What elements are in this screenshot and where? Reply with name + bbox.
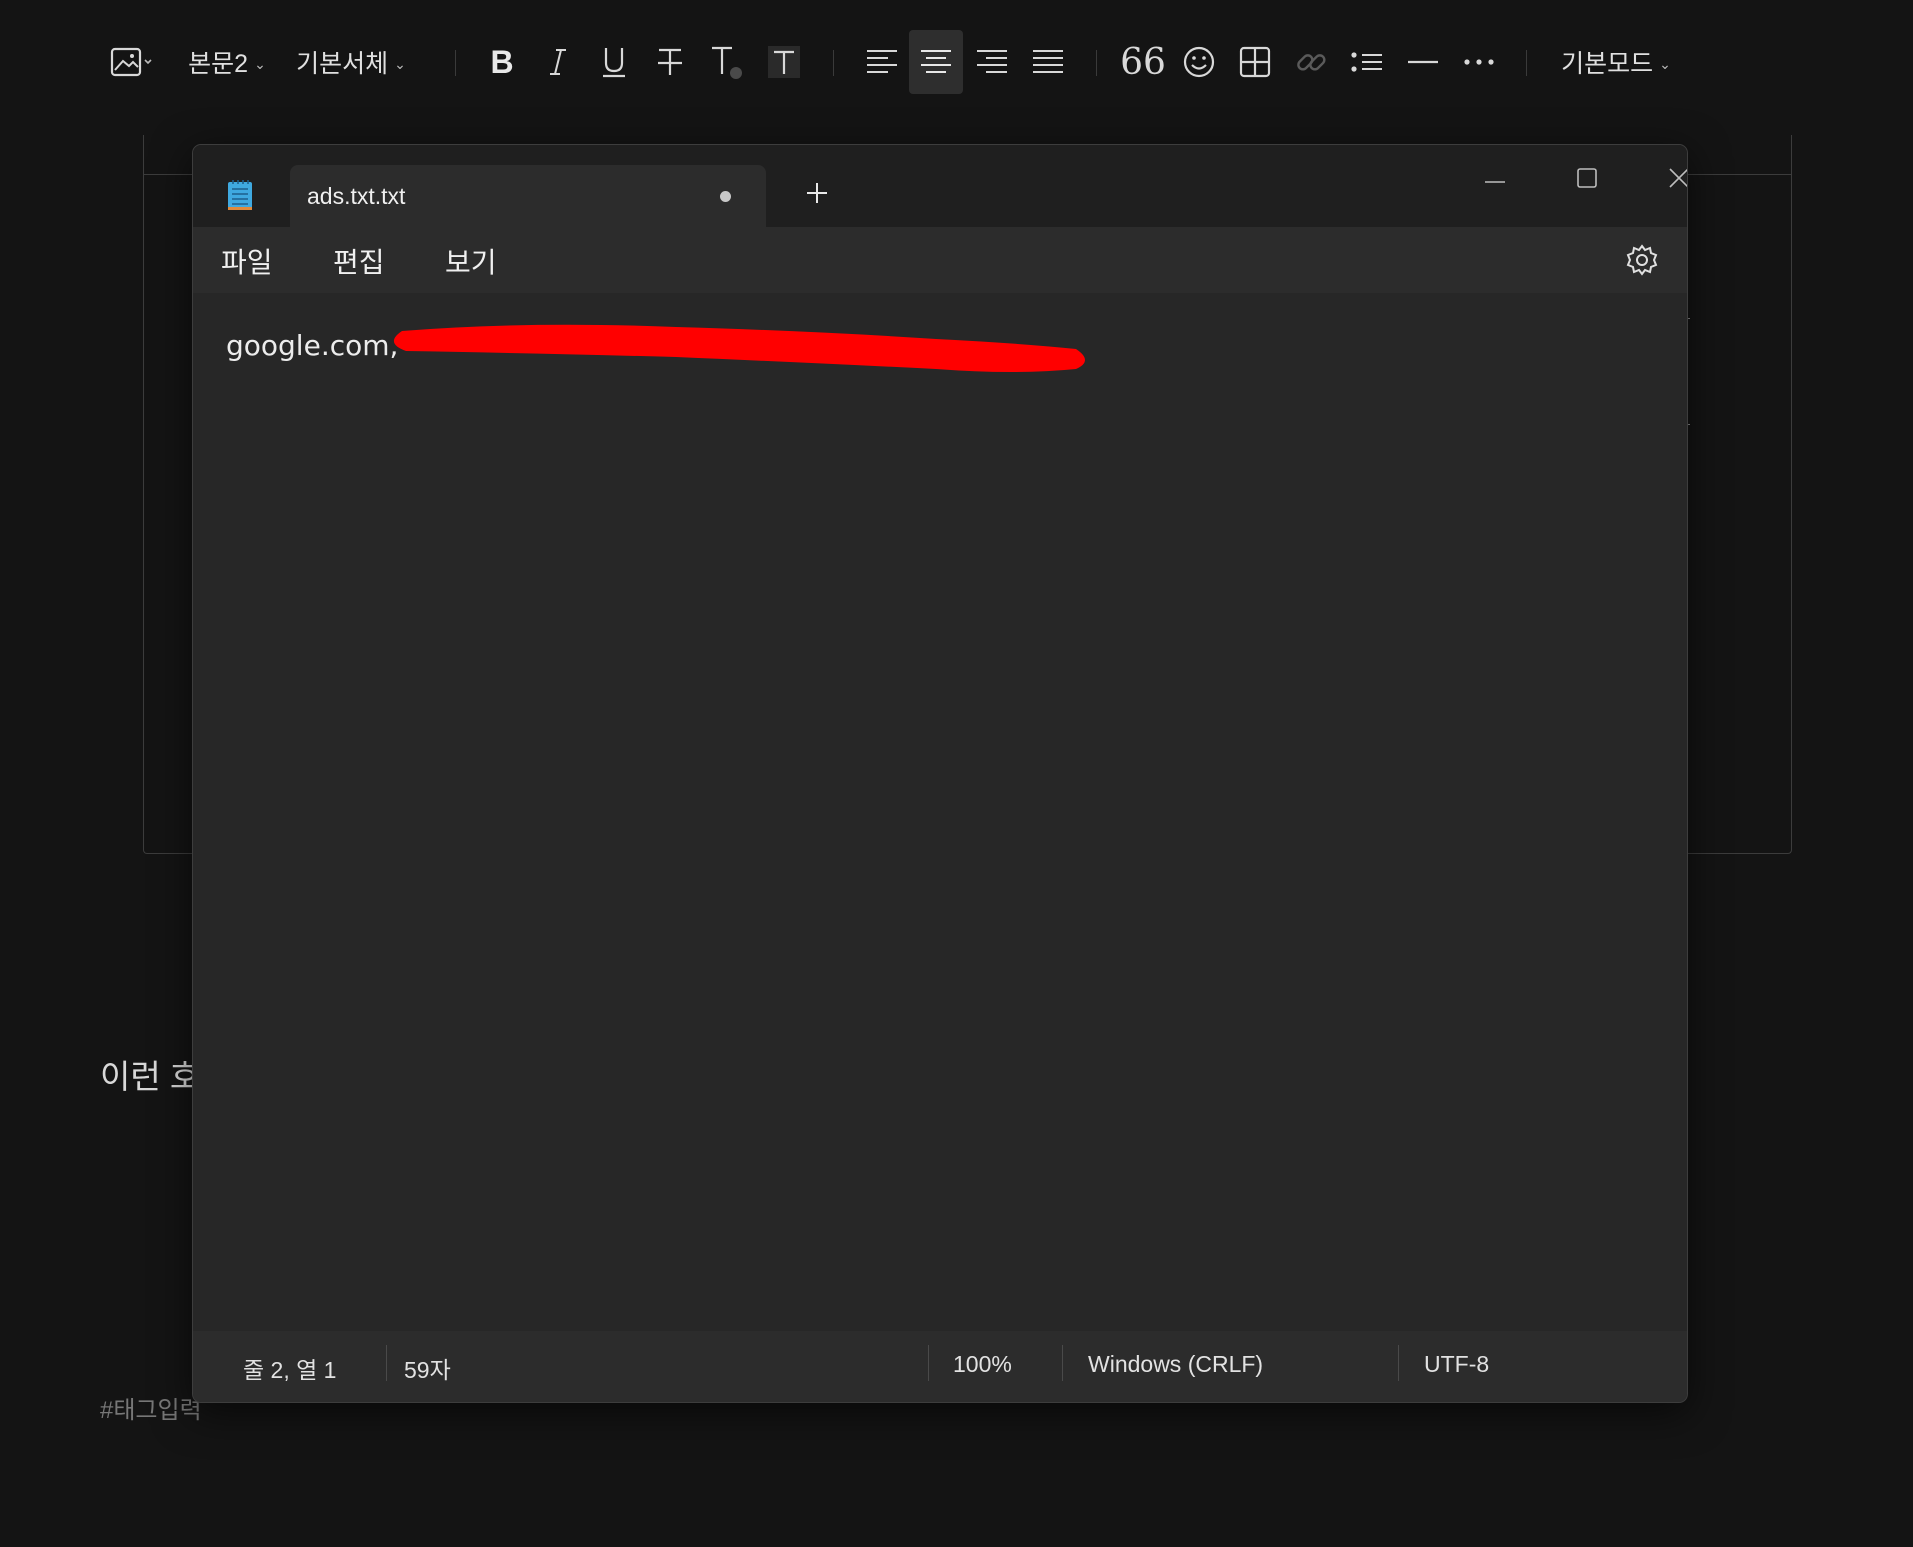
tab-title: ads.txt.txt bbox=[307, 183, 406, 209]
close-icon bbox=[1668, 167, 1687, 194]
status-divider bbox=[386, 1345, 387, 1381]
maximize-button[interactable] bbox=[1547, 155, 1627, 205]
line-ending[interactable]: Windows (CRLF) bbox=[1088, 1351, 1263, 1378]
minimize-icon bbox=[1484, 171, 1506, 189]
editor-toolbar: 본문2 ⌄ 기본서체 ⌄ B 66 기본모드 ⌄ bbox=[0, 0, 1913, 124]
italic-icon bbox=[546, 46, 570, 78]
list-button[interactable] bbox=[1342, 30, 1392, 94]
text-color-icon bbox=[708, 44, 744, 80]
document-tab[interactable]: ads.txt.txt bbox=[290, 165, 766, 227]
status-divider bbox=[928, 1345, 929, 1381]
redaction-scribble bbox=[393, 324, 1085, 372]
table-icon bbox=[1239, 46, 1271, 78]
editor-content: google.com, bbox=[226, 329, 399, 362]
font-family-dropdown[interactable]: 기본서체 ⌄ bbox=[295, 30, 407, 94]
title-bar[interactable]: ads.txt.txt bbox=[193, 145, 1687, 227]
status-divider bbox=[1062, 1345, 1063, 1381]
link-button[interactable] bbox=[1286, 30, 1336, 94]
menu-edit[interactable]: 편집 bbox=[333, 241, 385, 281]
link-icon bbox=[1294, 45, 1328, 79]
chevron-down-icon: ⌄ bbox=[254, 55, 266, 72]
encoding[interactable]: UTF-8 bbox=[1424, 1351, 1489, 1378]
minimize-button[interactable] bbox=[1455, 155, 1535, 205]
more-icon bbox=[1463, 58, 1495, 66]
paragraph-style-label: 본문2 bbox=[188, 50, 249, 78]
paragraph-style-dropdown[interactable]: 본문2 ⌄ bbox=[186, 30, 268, 94]
chevron-down-icon: ⌄ bbox=[1659, 55, 1671, 72]
mode-label: 기본모드 bbox=[1561, 50, 1654, 78]
toolbar-divider bbox=[455, 50, 456, 76]
underline-icon bbox=[600, 45, 628, 79]
text-color-button[interactable] bbox=[702, 30, 750, 94]
italic-button[interactable] bbox=[534, 30, 582, 94]
emoji-icon bbox=[1182, 45, 1216, 79]
align-justify-button[interactable] bbox=[1022, 30, 1074, 94]
zoom-level[interactable]: 100% bbox=[953, 1351, 1012, 1378]
bold-icon: B bbox=[490, 43, 514, 80]
strikethrough-icon bbox=[655, 46, 685, 78]
text-background-icon bbox=[767, 45, 801, 79]
horizontal-rule-button[interactable] bbox=[1398, 30, 1448, 94]
image-icon bbox=[110, 46, 154, 78]
settings-button[interactable] bbox=[1625, 243, 1659, 277]
strikethrough-button[interactable] bbox=[646, 30, 694, 94]
align-center-icon bbox=[920, 48, 952, 76]
gear-icon bbox=[1625, 244, 1659, 281]
horizontal-rule-icon bbox=[1407, 57, 1439, 67]
character-count: 59자 bbox=[404, 1357, 451, 1383]
align-right-button[interactable] bbox=[966, 30, 1018, 94]
bold-button[interactable]: B bbox=[478, 30, 526, 94]
emoji-button[interactable] bbox=[1174, 30, 1224, 94]
quote-icon: 66 bbox=[1120, 41, 1166, 83]
align-left-icon bbox=[866, 48, 898, 76]
toolbar-divider bbox=[1526, 50, 1527, 76]
align-left-button[interactable] bbox=[856, 30, 908, 94]
table-button[interactable] bbox=[1230, 30, 1280, 94]
text-editor-area[interactable]: google.com, bbox=[193, 293, 1687, 1331]
list-icon bbox=[1351, 50, 1383, 74]
notepad-window: ads.txt.txt 파일 편집 보기 google.com, 줄 2, 열 … bbox=[192, 144, 1688, 1403]
chevron-down-icon: ⌄ bbox=[394, 55, 406, 72]
toolbar-divider bbox=[833, 50, 834, 76]
menu-bar: 파일 편집 보기 bbox=[193, 227, 1687, 293]
insert-image-button[interactable] bbox=[104, 30, 160, 94]
align-right-icon bbox=[976, 48, 1008, 76]
status-divider bbox=[1398, 1345, 1399, 1381]
align-center-button[interactable] bbox=[909, 30, 963, 94]
status-bar: 줄 2, 열 1 59자 100% Windows (CRLF) UTF-8 bbox=[193, 1331, 1687, 1402]
more-button[interactable] bbox=[1454, 30, 1504, 94]
align-justify-icon bbox=[1032, 48, 1064, 76]
font-family-label: 기본서체 bbox=[296, 50, 389, 78]
toolbar-divider bbox=[1096, 50, 1097, 76]
unsaved-indicator-icon[interactable] bbox=[720, 191, 731, 202]
maximize-icon bbox=[1576, 167, 1598, 194]
text-background-button[interactable] bbox=[760, 30, 808, 94]
add-tab-icon bbox=[805, 181, 829, 210]
new-tab-button[interactable] bbox=[797, 175, 837, 215]
tag-input[interactable]: #태그입력 bbox=[100, 1390, 202, 1425]
notepad-icon bbox=[227, 179, 253, 211]
quote-button[interactable]: 66 bbox=[1118, 30, 1168, 94]
mode-dropdown[interactable]: 기본모드 ⌄ bbox=[1560, 30, 1672, 94]
menu-file[interactable]: 파일 bbox=[221, 241, 273, 281]
menu-view[interactable]: 보기 bbox=[445, 241, 497, 281]
document-body-text[interactable]: 이런 호 bbox=[100, 1050, 200, 1098]
close-button[interactable] bbox=[1639, 155, 1687, 205]
underline-button[interactable] bbox=[590, 30, 638, 94]
cursor-position: 줄 2, 열 1 bbox=[243, 1357, 337, 1383]
